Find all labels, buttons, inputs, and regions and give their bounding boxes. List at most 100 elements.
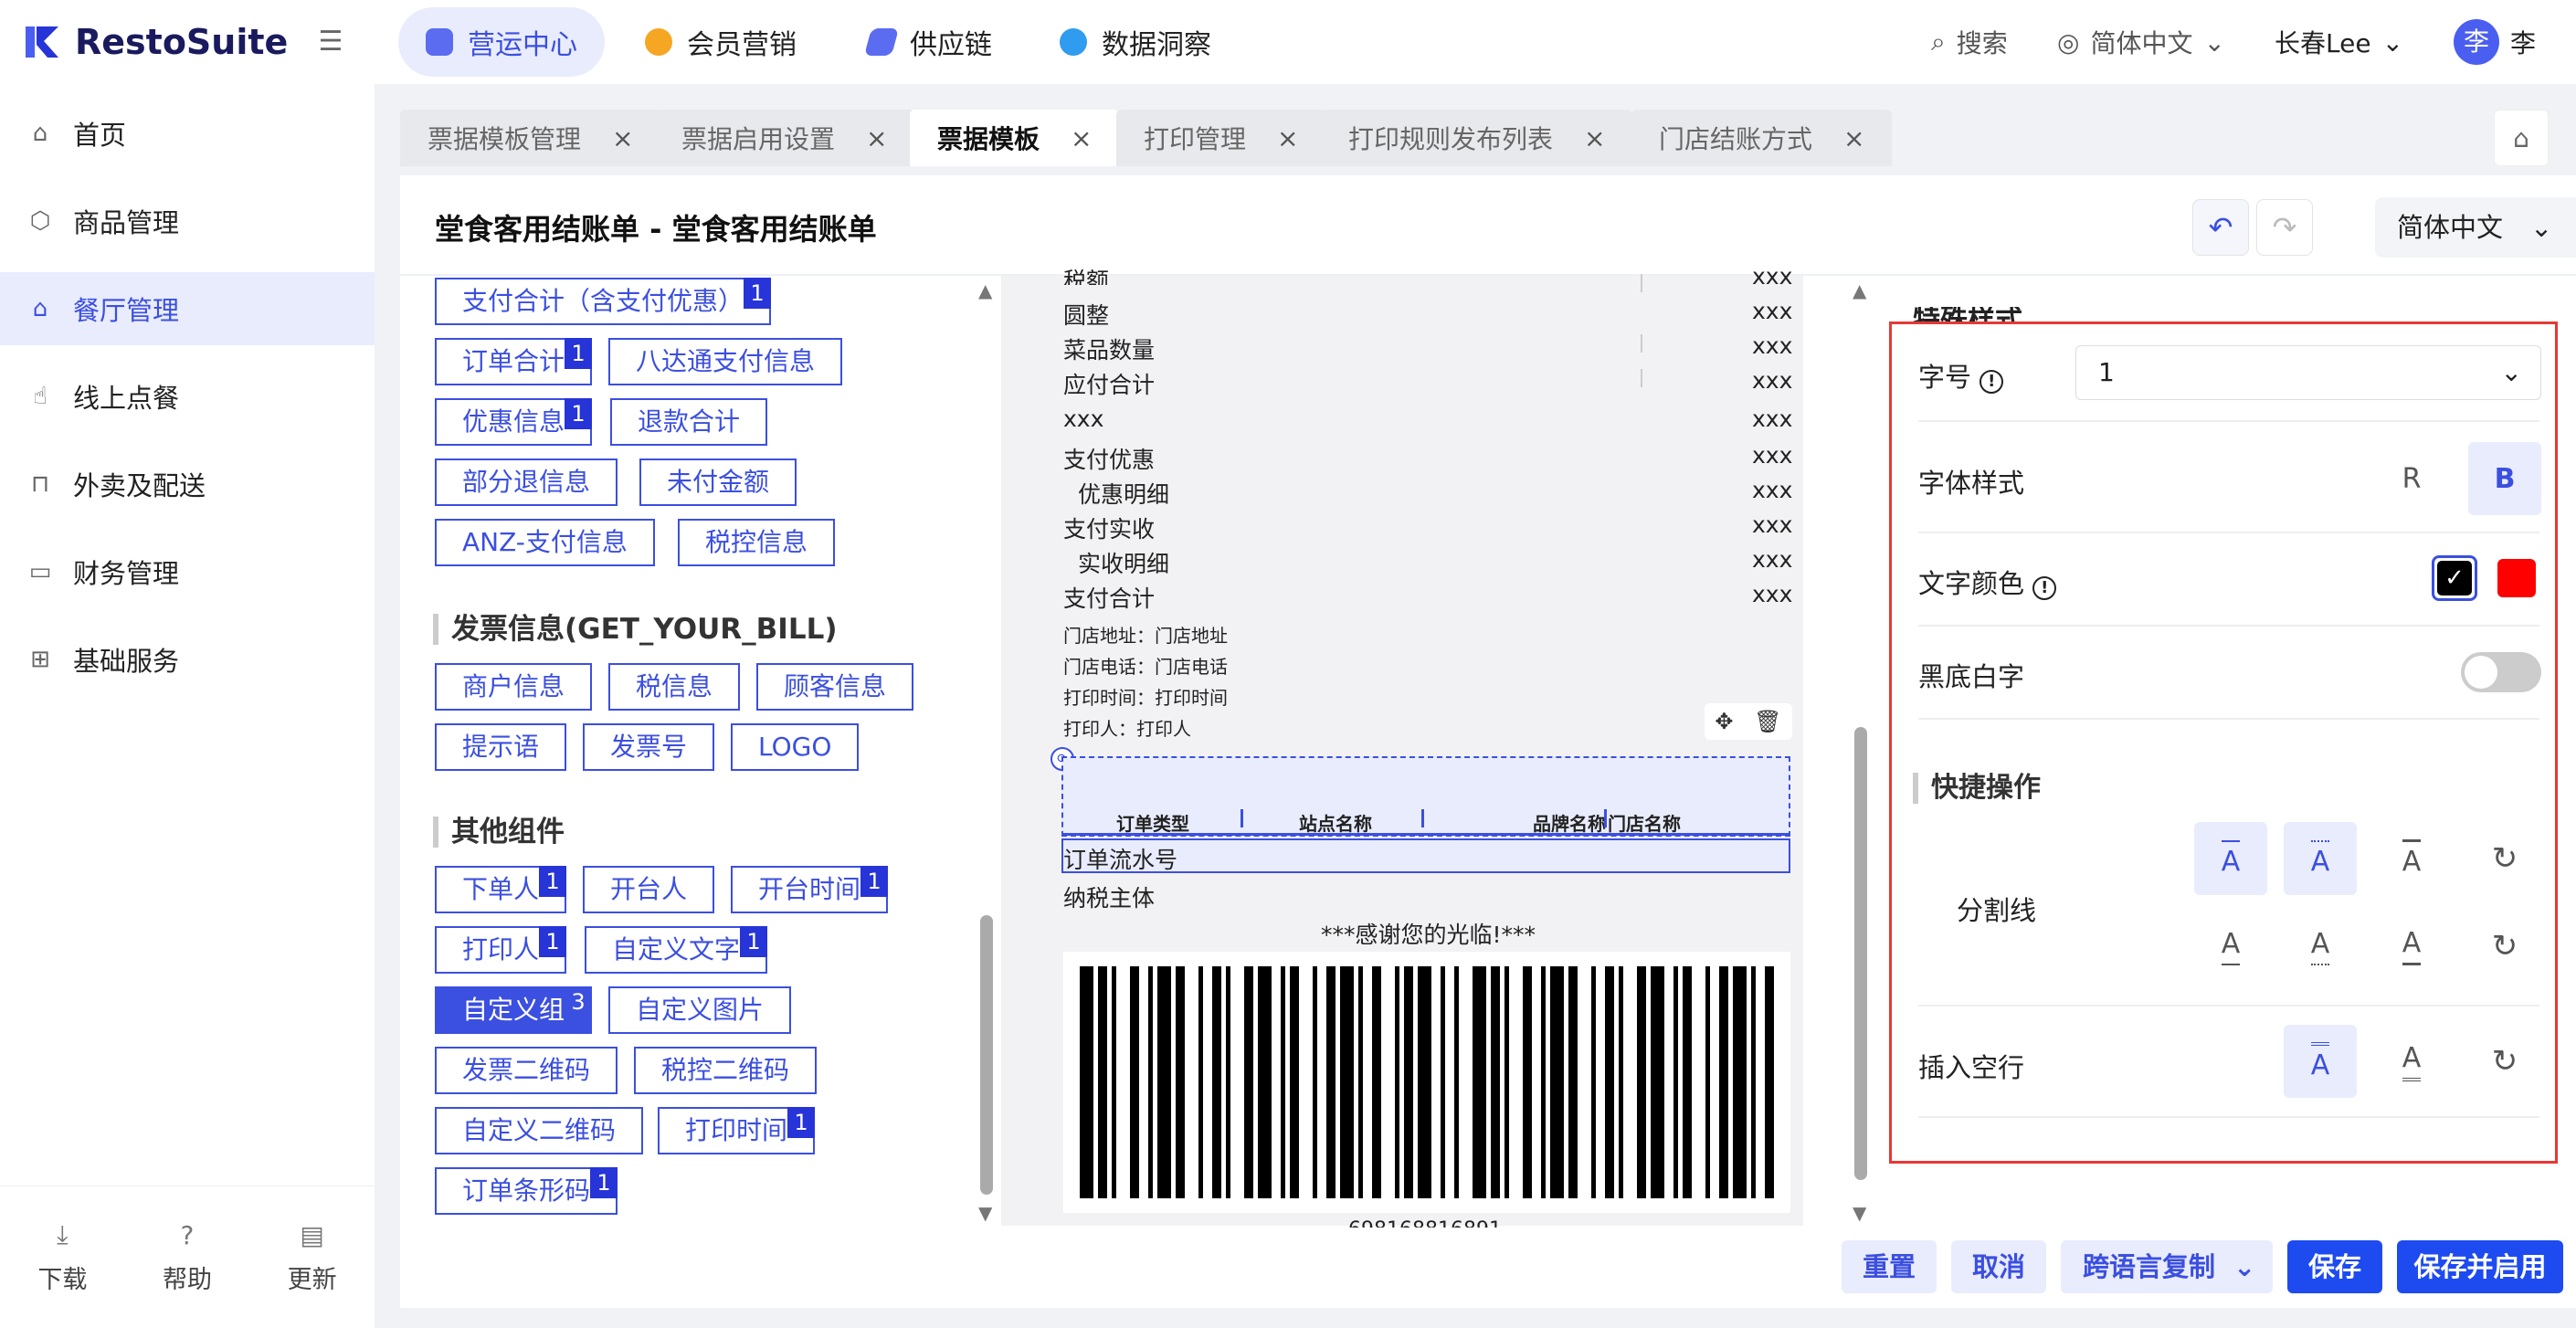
- sidebar-item-basic[interactable]: ⊞ 基础服务: [0, 623, 375, 696]
- column-resize-handle[interactable]: [1240, 809, 1243, 827]
- component-logo[interactable]: LOGO: [731, 723, 860, 771]
- group-col-brand-name[interactable]: 品牌名称: [1533, 809, 1606, 836]
- sidebar-item-delivery[interactable]: ⊓ 外卖及配送: [0, 448, 375, 521]
- receipt-row-label[interactable]: 应付合计: [1063, 367, 1155, 400]
- component-unpaid[interactable]: 未付金额: [639, 458, 797, 506]
- close-icon[interactable]: ×: [1071, 123, 1092, 153]
- update-button[interactable]: ▤ 更新: [288, 1220, 337, 1295]
- font-style-regular[interactable]: R: [2375, 442, 2448, 515]
- component-printer-person[interactable]: 打印人 1: [435, 926, 567, 974]
- receipt-row-label[interactable]: 实收明细: [1078, 546, 1169, 579]
- component-invoice-no[interactable]: 发票号: [583, 723, 715, 771]
- invert-toggle[interactable]: [2461, 652, 2541, 692]
- component-partial-refund[interactable]: 部分退信息: [435, 458, 618, 506]
- user-menu[interactable]: 长春Lee ⌄: [2275, 18, 2403, 66]
- store-address[interactable]: 门店地址：门店地址: [1063, 621, 1228, 648]
- column-resize-handle[interactable]: [1421, 809, 1424, 827]
- search-button[interactable]: ⌕ 搜索: [1931, 18, 2008, 66]
- component-customer[interactable]: 顾客信息: [756, 663, 914, 711]
- tab-template-management[interactable]: 票据模板管理 ×: [400, 110, 661, 166]
- tab-enable-settings[interactable]: 票据启用设置 ×: [654, 110, 915, 166]
- components-scrollbar[interactable]: [980, 915, 993, 1195]
- component-opener[interactable]: 开台人: [583, 866, 715, 913]
- component-refund-total[interactable]: 退款合计: [610, 398, 768, 446]
- store-phone[interactable]: 门店电话：门店电话: [1063, 652, 1228, 679]
- template-language-select[interactable]: 简体中文 ⌄: [2375, 197, 2576, 258]
- component-tip-text[interactable]: 提示语: [435, 723, 567, 771]
- sidebar-item-restaurant[interactable]: ⌂ 餐厅管理: [0, 272, 375, 345]
- help-button[interactable]: ? 帮助: [163, 1220, 212, 1295]
- download-button[interactable]: ⤓ 下载: [37, 1219, 87, 1295]
- info-icon[interactable]: !: [2032, 576, 2057, 600]
- scroll-down-icon[interactable]: ▼: [978, 1202, 992, 1224]
- receipt-row-label[interactable]: 优惠明细: [1078, 477, 1169, 510]
- thanks-text[interactable]: ***感谢您的光临!***: [1321, 917, 1536, 950]
- tab-checkout-methods[interactable]: 门店结账方式 ×: [1631, 110, 1893, 166]
- component-tax-control[interactable]: 税控信息: [678, 519, 836, 566]
- tax-subject-label[interactable]: 纳税主体: [1063, 880, 1155, 913]
- undo-icon[interactable]: ↶: [2192, 199, 2249, 256]
- save-button[interactable]: 保存: [2287, 1240, 2382, 1293]
- group-col-site-name[interactable]: 站点名称: [1299, 809, 1372, 836]
- divider-top-solid[interactable]: A: [2194, 822, 2267, 895]
- scroll-down-icon[interactable]: ▼: [1853, 1202, 1866, 1224]
- divider-bottom-solid[interactable]: A: [2194, 910, 2267, 983]
- nav-tab-operations[interactable]: 营运中心: [398, 7, 605, 77]
- insert-blank-above[interactable]: A: [2284, 1025, 2357, 1098]
- group-col-order-type[interactable]: 订单类型: [1116, 809, 1189, 836]
- receipt-row-label[interactable]: 支付实收: [1063, 511, 1155, 544]
- component-anz-pay[interactable]: ANZ-支付信息: [435, 519, 655, 566]
- language-switch[interactable]: ◎ 简体中文 ⌄: [2057, 18, 2225, 66]
- component-open-time[interactable]: 开台时间 1: [731, 866, 889, 913]
- column-resize-handle[interactable]: [1604, 809, 1607, 827]
- reset-button[interactable]: 重置: [1842, 1240, 1937, 1293]
- delete-icon[interactable]: 🗑: [1754, 709, 1781, 734]
- receipt-row-label[interactable]: 圆整: [1063, 298, 1109, 331]
- sidebar-item-online-order[interactable]: ☝ 线上点餐: [0, 360, 375, 433]
- receipt-row-label[interactable]: xxx: [1063, 406, 1103, 432]
- user-avatar-menu[interactable]: 李 李: [2454, 18, 2536, 66]
- info-icon[interactable]: !: [1980, 370, 2004, 394]
- close-icon[interactable]: ×: [1584, 123, 1605, 153]
- insert-blank-reset[interactable]: ↻: [2468, 1025, 2541, 1098]
- divider-bottom-reset[interactable]: ↻: [2468, 910, 2541, 983]
- sidebar-item-products[interactable]: ⬡ 商品管理: [0, 184, 375, 258]
- component-discount[interactable]: 优惠信息 1: [435, 398, 593, 446]
- redo-icon[interactable]: ↷: [2256, 199, 2313, 256]
- close-icon[interactable]: ×: [866, 123, 887, 153]
- close-icon[interactable]: ×: [1277, 123, 1298, 153]
- component-order-total[interactable]: 订单合计 1: [435, 338, 593, 385]
- receipt-row-label[interactable]: 菜品数量: [1063, 332, 1155, 365]
- nav-tab-insights[interactable]: 数据洞察: [1032, 7, 1239, 77]
- component-pay-total[interactable]: 支付合计（含支付优惠） 1: [435, 278, 772, 325]
- component-octopus[interactable]: 八达通支付信息: [608, 338, 843, 385]
- component-tax-info[interactable]: 税信息: [608, 663, 741, 711]
- cross-language-copy-button[interactable]: 跨语言复制 ⌄: [2061, 1240, 2273, 1293]
- close-icon[interactable]: ×: [1843, 123, 1864, 153]
- color-red-swatch[interactable]: [2497, 559, 2536, 597]
- close-icon[interactable]: ×: [612, 123, 633, 153]
- sidebar-item-finance[interactable]: ▭ 财务管理: [0, 535, 375, 608]
- component-invoice-qr[interactable]: 发票二维码: [435, 1047, 618, 1094]
- sidebar-item-home[interactable]: ⌂ 首页: [0, 97, 375, 170]
- preview-scrollbar[interactable]: [1854, 727, 1867, 1180]
- component-custom-group[interactable]: 自定义组 3: [435, 986, 593, 1034]
- menu-fold-icon[interactable]: ☰: [314, 26, 347, 58]
- scroll-up-icon[interactable]: ▲: [1853, 279, 1866, 301]
- component-merchant[interactable]: 商户信息: [435, 663, 593, 711]
- component-order-barcode[interactable]: 订单条形码 1: [435, 1167, 618, 1215]
- save-and-enable-button[interactable]: 保存并启用: [2397, 1240, 2563, 1293]
- component-print-time[interactable]: 打印时间 1: [658, 1107, 816, 1154]
- insert-blank-below[interactable]: A: [2375, 1025, 2448, 1098]
- tab-ticket-template[interactable]: 票据模板 ×: [910, 110, 1120, 166]
- app-logo[interactable]: RestoSuite: [24, 15, 288, 69]
- divider-top-dotted[interactable]: A: [2284, 822, 2357, 895]
- tab-layout-icon[interactable]: ⌂: [2494, 110, 2549, 166]
- divider-bottom-thick[interactable]: A: [2375, 910, 2448, 983]
- receipt-row-label[interactable]: 支付合计: [1063, 581, 1155, 614]
- divider-top-thick[interactable]: A: [2375, 822, 2448, 895]
- printer-person[interactable]: 打印人：打印人: [1063, 714, 1191, 741]
- font-size-select[interactable]: 1 ⌄: [2075, 345, 2541, 400]
- divider-top-reset[interactable]: ↻: [2468, 822, 2541, 895]
- font-style-bold[interactable]: B: [2468, 442, 2541, 515]
